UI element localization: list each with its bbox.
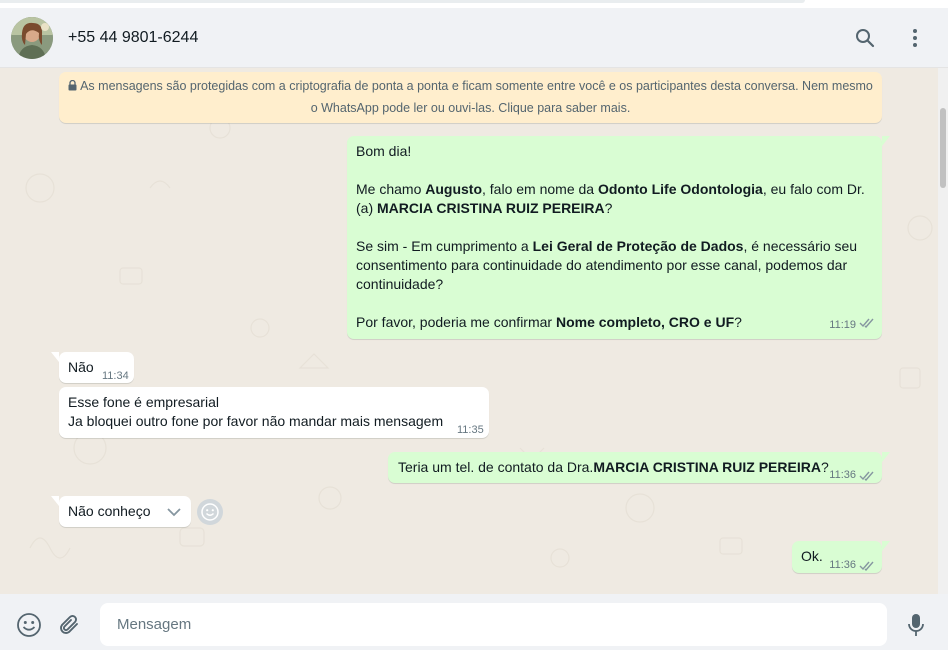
contact-name[interactable]: +55 44 9801-6244 (68, 29, 198, 47)
window-top-strip (0, 0, 948, 8)
encryption-notice-line2: o WhatsApp pode ler ou ouvi-las. Clique … (310, 101, 631, 115)
message-text: Me chamo Augusto, falo em nome da Odonto… (356, 180, 873, 218)
encryption-notice-line1: As mensagens são protegidas com a cripto… (59, 76, 882, 98)
emoji-icon[interactable] (15, 611, 43, 639)
search-icon[interactable] (853, 26, 877, 50)
message-text: Bom dia! (356, 143, 412, 159)
avatar-photo (11, 17, 53, 59)
react-emoji-icon[interactable] (197, 499, 223, 525)
bold-text: Augusto (425, 181, 483, 197)
text-span: Teria um tel. de contato da Dra. (398, 459, 594, 475)
read-ticks-icon (859, 557, 875, 576)
message-input[interactable] (100, 603, 887, 646)
text-span: Por favor, poderia me confirmar (356, 314, 556, 330)
message-time: 11:19 (829, 319, 856, 331)
message-time: 11:36 (829, 469, 856, 481)
scrollbar-thumb[interactable] (940, 108, 946, 188)
text-span: Se sim - Em cumprimento a (356, 238, 533, 254)
message-text: Se sim - Em cumprimento a Lei Geral de P… (356, 237, 873, 294)
bubble-tail (51, 496, 59, 506)
message-text-line: Esse fone é empresarial (68, 394, 219, 410)
bubble-tail (882, 136, 890, 146)
bubble-tail (882, 541, 890, 551)
chevron-down-icon[interactable] (159, 500, 189, 524)
message-outgoing[interactable]: Ok. 11:36 (792, 541, 890, 576)
text-span: Me chamo (356, 181, 426, 197)
message-time: 11:35 (457, 424, 484, 436)
paperclip-icon[interactable] (56, 611, 84, 639)
bold-text: Lei Geral de Proteção de Dados (532, 238, 744, 254)
bubble-tail (882, 452, 890, 462)
window-top-bar (0, 0, 805, 3)
message-incoming[interactable]: Não 11:34 (51, 352, 134, 383)
text-span: ? (820, 459, 829, 475)
bubble-tail (51, 352, 59, 362)
read-ticks-icon (859, 314, 875, 333)
bold-text: Odonto Life Odontologia (597, 181, 763, 197)
composer-bar (0, 594, 948, 650)
text-span: , falo em nome da (482, 181, 598, 197)
chat-header: +55 44 9801-6244 (0, 8, 948, 68)
message-incoming[interactable]: Esse fone é empresarial Ja bloquei outro… (59, 387, 489, 438)
message-time: 11:36 (829, 559, 856, 571)
message-outgoing[interactable]: Teria um tel. de contato da Dra.MARCIA C… (388, 452, 890, 486)
bold-text: MARCIA CRISTINA RUIZ PEREIRA (377, 200, 605, 216)
message-text: Ok. (801, 548, 823, 564)
encryption-notice[interactable]: As mensagens são protegidas com a cripto… (59, 72, 882, 123)
avatar[interactable] (11, 17, 53, 59)
message-text: Não (68, 359, 94, 375)
message-input-container[interactable] (100, 603, 887, 646)
microphone-icon[interactable] (902, 611, 930, 639)
text-span: ? (604, 200, 613, 216)
bold-text: Nome completo, CRO e UF (555, 314, 735, 330)
message-text-line: Ja bloquei outro fone por favor não mand… (68, 413, 444, 429)
lock-icon (68, 77, 77, 98)
message-text: Não conheço (68, 503, 151, 519)
message-text: Por favor, poderia me confirmar Nome com… (356, 313, 873, 332)
chat-scrollbar[interactable] (938, 68, 948, 594)
read-ticks-icon (859, 467, 875, 486)
message-outgoing[interactable]: Bom dia! Me chamo Augusto, falo em nome … (347, 136, 890, 339)
message-time: 11:34 (102, 370, 129, 382)
message-text: Teria um tel. de contato da Dra.MARCIA C… (398, 458, 829, 477)
kebab-menu-icon[interactable] (903, 26, 927, 50)
bold-text: MARCIA CRISTINA RUIZ PEREIRA (593, 459, 821, 475)
encryption-notice-text-1: As mensagens são protegidas com a cripto… (80, 79, 873, 93)
text-span: ? (734, 314, 742, 330)
message-incoming[interactable]: Não conheço (51, 496, 191, 527)
